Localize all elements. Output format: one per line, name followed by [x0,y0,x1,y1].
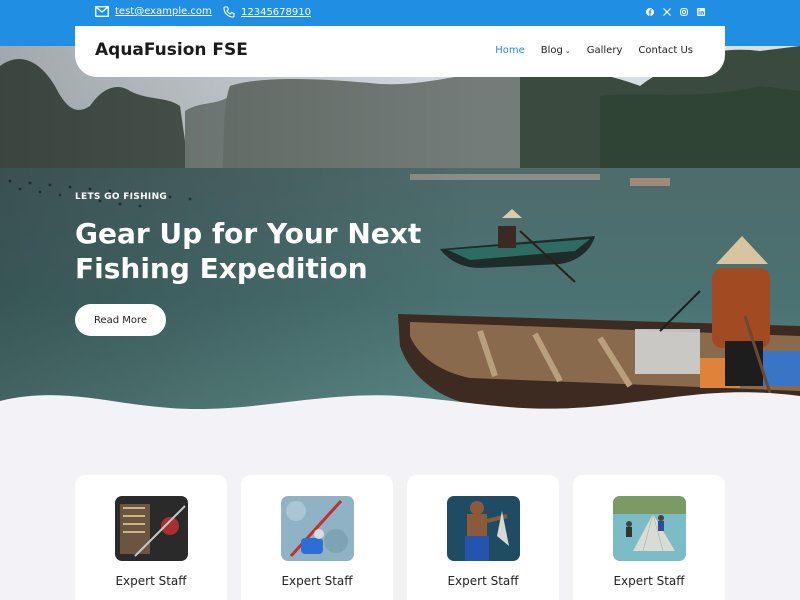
email-contact[interactable]: test@example.com [95,6,212,17]
site-header: AquaFusion FSE Home Blog ⌄ Gallery Contac… [75,26,725,77]
main-nav: Home Blog ⌄ Gallery Contact Us [495,45,693,56]
facebook-icon[interactable] [645,7,654,16]
nav-contact-us[interactable]: Contact Us [638,45,693,56]
phone-contact[interactable]: 12345678910 [223,6,311,18]
card-title: Expert Staff [115,574,187,588]
hero-kicker: LETS GO FISHING [75,192,168,202]
top-bar: test@example.com 12345678910 [75,0,725,26]
phone-link[interactable]: 12345678910 [241,7,311,18]
phone-icon [223,6,235,18]
card-image-fishing-net [613,496,686,561]
email-link[interactable]: test@example.com [115,6,212,17]
site-logo[interactable]: AquaFusion FSE [95,40,248,60]
card-image-fisherman [447,496,520,561]
x-icon[interactable] [662,7,671,16]
feature-card[interactable]: Expert Staff [75,475,227,600]
card-title: Expert Staff [613,574,685,588]
card-title: Expert Staff [447,574,519,588]
nav-gallery[interactable]: Gallery [587,45,623,56]
chevron-down-icon: ⌄ [564,47,571,55]
mail-icon [95,6,109,17]
feature-card[interactable]: Expert Staff [241,475,393,600]
instagram-icon[interactable] [679,7,688,16]
linkedin-icon[interactable] [696,7,705,16]
nav-blog-label: Blog [540,45,563,56]
nav-blog[interactable]: Blog ⌄ [541,45,571,56]
card-title: Expert Staff [281,574,353,588]
feature-card[interactable]: Expert Staff [407,475,559,600]
nav-home[interactable]: Home [495,45,525,56]
card-image-fishing-gear [115,496,188,561]
read-more-button[interactable]: Read More [75,304,166,336]
hero-text: LETS GO FISHING Gear Up for Your Next Fi… [75,192,435,286]
social-links [645,7,705,16]
feature-card[interactable]: Expert Staff [573,475,725,600]
hero-title: Gear Up for Your Next Fishing Expedition [75,217,422,285]
feature-cards: Expert Staff Expert Staff Expert Staff E… [75,475,725,600]
card-image-fishing-rod [281,496,354,561]
